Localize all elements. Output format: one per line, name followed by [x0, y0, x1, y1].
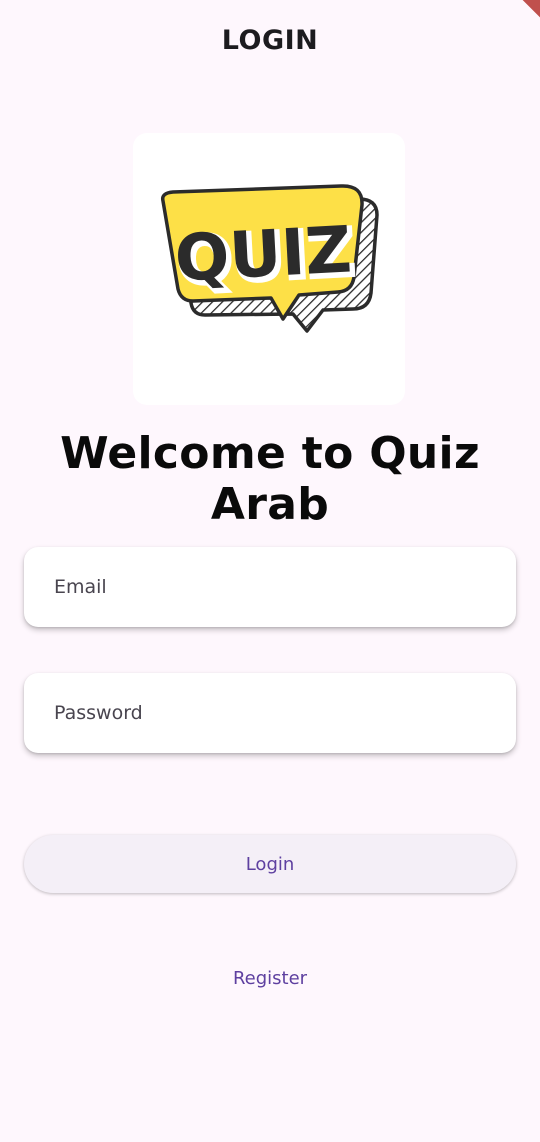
password-field[interactable] [24, 673, 516, 753]
email-input[interactable] [24, 547, 516, 627]
login-button[interactable]: Login [24, 835, 516, 893]
quiz-logo-text: QUIZ [173, 213, 353, 296]
email-field[interactable] [24, 547, 516, 627]
welcome-heading: Welcome to Quiz Arab [60, 428, 480, 530]
register-link[interactable]: Register [0, 968, 540, 989]
app-bar: LOGIN [0, 0, 540, 78]
logo-card: QUIZ QUIZ [133, 133, 405, 405]
quiz-logo-icon: QUIZ QUIZ [160, 184, 379, 333]
password-input[interactable] [24, 673, 516, 753]
page-title: LOGIN [221, 24, 319, 56]
